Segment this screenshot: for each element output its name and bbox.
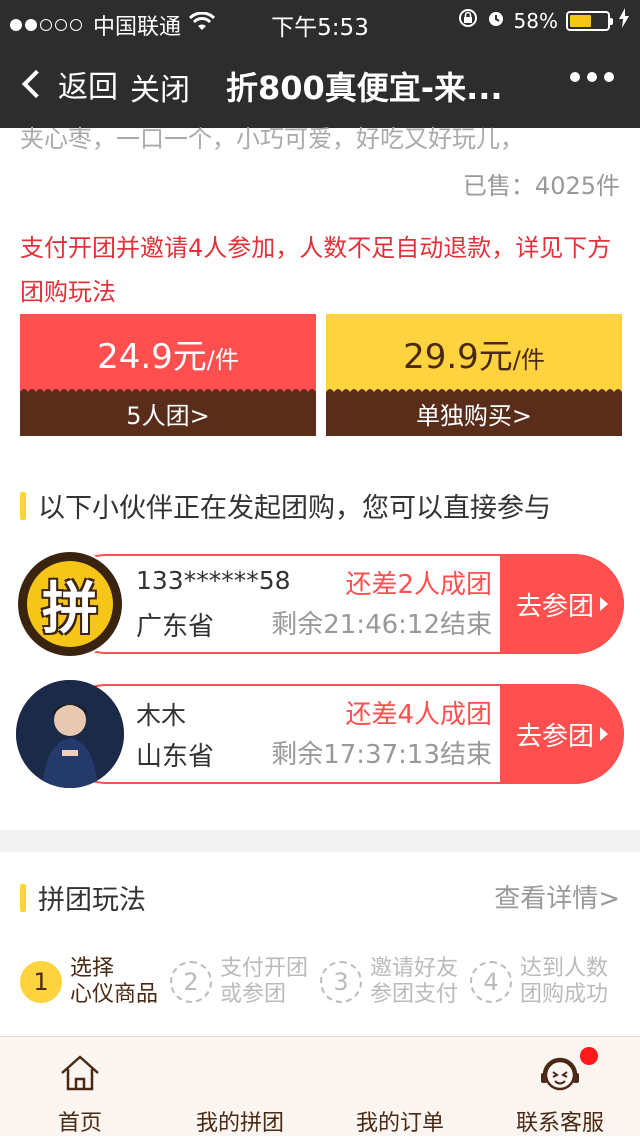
avatar: 拼 [16,550,124,658]
join-label: 去参团 [515,721,594,752]
view-details-link[interactable]: 查看详情> [494,878,620,915]
team-needed: 还差4人成团 [345,700,492,730]
tab-label: 我的订单 [355,1111,444,1136]
step-line: 选择 [70,956,115,981]
group-buy-notice: 支付开团并邀请4人参加，人数不足自动退款，详见下方团购玩法 [20,234,612,306]
step-line: 心仪商品 [70,982,159,1007]
group-buy-button[interactable]: 24.9元/件 5人团> [20,314,316,436]
step-line: 参团支付 [370,982,459,1007]
solo-price-value: 29.9元 [403,336,513,377]
avatar [16,680,124,788]
solo-buy-label: 单独购买> [326,392,622,436]
step-line: 或参团 [220,982,287,1007]
team-row: 拼 133******58 广东省 还差2人成团 剩余21:46:12结束 去参… [16,550,624,658]
team-province: 广东省 [136,612,215,642]
step-line: 团购成功 [520,982,609,1007]
tab-label: 我的拼团 [195,1111,284,1136]
step-item: 2 支付开团 或参团 [170,952,308,1012]
team-remaining-time: 剩余17:37:13结束 [271,740,492,770]
battery-percent: 58% [513,8,558,33]
group-price-value: 24.9元 [97,336,207,377]
tab-my-groups[interactable]: 我的拼团 [160,1037,320,1137]
nav-bar: 返回 关闭 折800真便宜-来... [0,40,640,128]
tab-label: 首页 [57,1111,102,1136]
team-needed: 还差2人成团 [345,570,492,600]
step-number: 3 [320,961,362,1003]
team-leader-name: 133******58 [136,566,291,595]
notification-badge [580,1047,598,1065]
section-divider [0,830,640,852]
group-price-unit: /件 [206,345,239,374]
group-price: 24.9元/件 [20,314,316,392]
close-button[interactable]: 关闭 [130,65,190,109]
back-chevron-icon [21,69,51,99]
step-number: 2 [170,961,212,1003]
step-text: 达到人数 团购成功 [520,956,608,1008]
sold-count: 已售：4025件 [462,172,620,200]
user-photo-icon [16,680,124,788]
step-text: 邀请好友 参团支付 [370,956,458,1008]
solo-buy-button[interactable]: 29.9元/件 单独购买> [326,314,622,436]
step-line: 支付开团 [220,956,309,981]
step-line: 达到人数 [520,956,609,981]
play-arrow-icon [600,727,608,741]
team-remaining-time: 剩余21:46:12结束 [271,610,492,640]
section-marker [20,491,26,520]
bottom-tab-bar: 首页 我的拼团 我的订单 联系客服 [0,1036,640,1136]
battery-icon [566,10,613,31]
step-item: 3 邀请好友 参团支付 [320,952,458,1012]
tab-label: 联系客服 [515,1111,604,1136]
team-leader-name: 木木 [136,701,187,730]
section-marker [20,883,26,912]
tab-home[interactable]: 首页 [0,1037,160,1137]
step-number: 1 [20,961,62,1003]
rules-steps: 1 选择 心仪商品 2 支付开团 或参团 3 邀请好友 参团支付 4 达到人数 团购成功 [20,952,630,1012]
status-bar: 中国联通 下午5:53 58% [0,0,640,41]
product-description: 夹心枣，一口一个，小巧可爱，好吃又好玩儿， [20,126,524,153]
solo-price: 29.9元/件 [326,314,622,392]
rotation-lock-icon [458,8,478,33]
step-text: 支付开团 或参团 [220,956,308,1008]
home-icon [61,1055,99,1091]
team-province: 山东省 [136,742,215,772]
play-arrow-icon [600,597,608,611]
back-button[interactable]: 返回 [18,62,118,106]
pin-logo-icon: 拼 [27,561,113,647]
teams-section-title-text: 以下小伙伴正在发起团购，您可以直接参与 [38,493,551,524]
join-team-button[interactable]: 去参团 [500,684,624,784]
customer-service-icon [541,1057,579,1091]
tab-my-orders[interactable]: 我的订单 [320,1037,480,1137]
step-number: 4 [470,961,512,1003]
page-title: 折800真便宜-来... [226,69,503,107]
more-menu-icon[interactable] [563,72,614,82]
rules-section-title-text: 拼团玩法 [38,885,146,916]
step-text: 选择 心仪商品 [70,956,158,1008]
group-buy-label: 5人团> [20,392,316,436]
join-team-button[interactable]: 去参团 [500,554,624,654]
rules-section-title: 拼团玩法 [20,878,146,917]
step-line: 邀请好友 [370,956,459,981]
charging-icon [618,8,630,33]
team-row: 木木 山东省 还差4人成团 剩余17:37:13结束 去参团 [16,680,624,788]
solo-price-unit: /件 [512,345,545,374]
teams-section-title: 以下小伙伴正在发起团购，您可以直接参与 [20,486,551,525]
back-label: 返回 [58,70,118,105]
step-item: 1 选择 心仪商品 [20,952,158,1012]
step-item: 4 达到人数 团购成功 [470,952,608,1012]
alarm-icon [486,8,506,33]
join-label: 去参团 [515,591,594,622]
tab-customer-service[interactable]: 联系客服 [480,1037,640,1137]
